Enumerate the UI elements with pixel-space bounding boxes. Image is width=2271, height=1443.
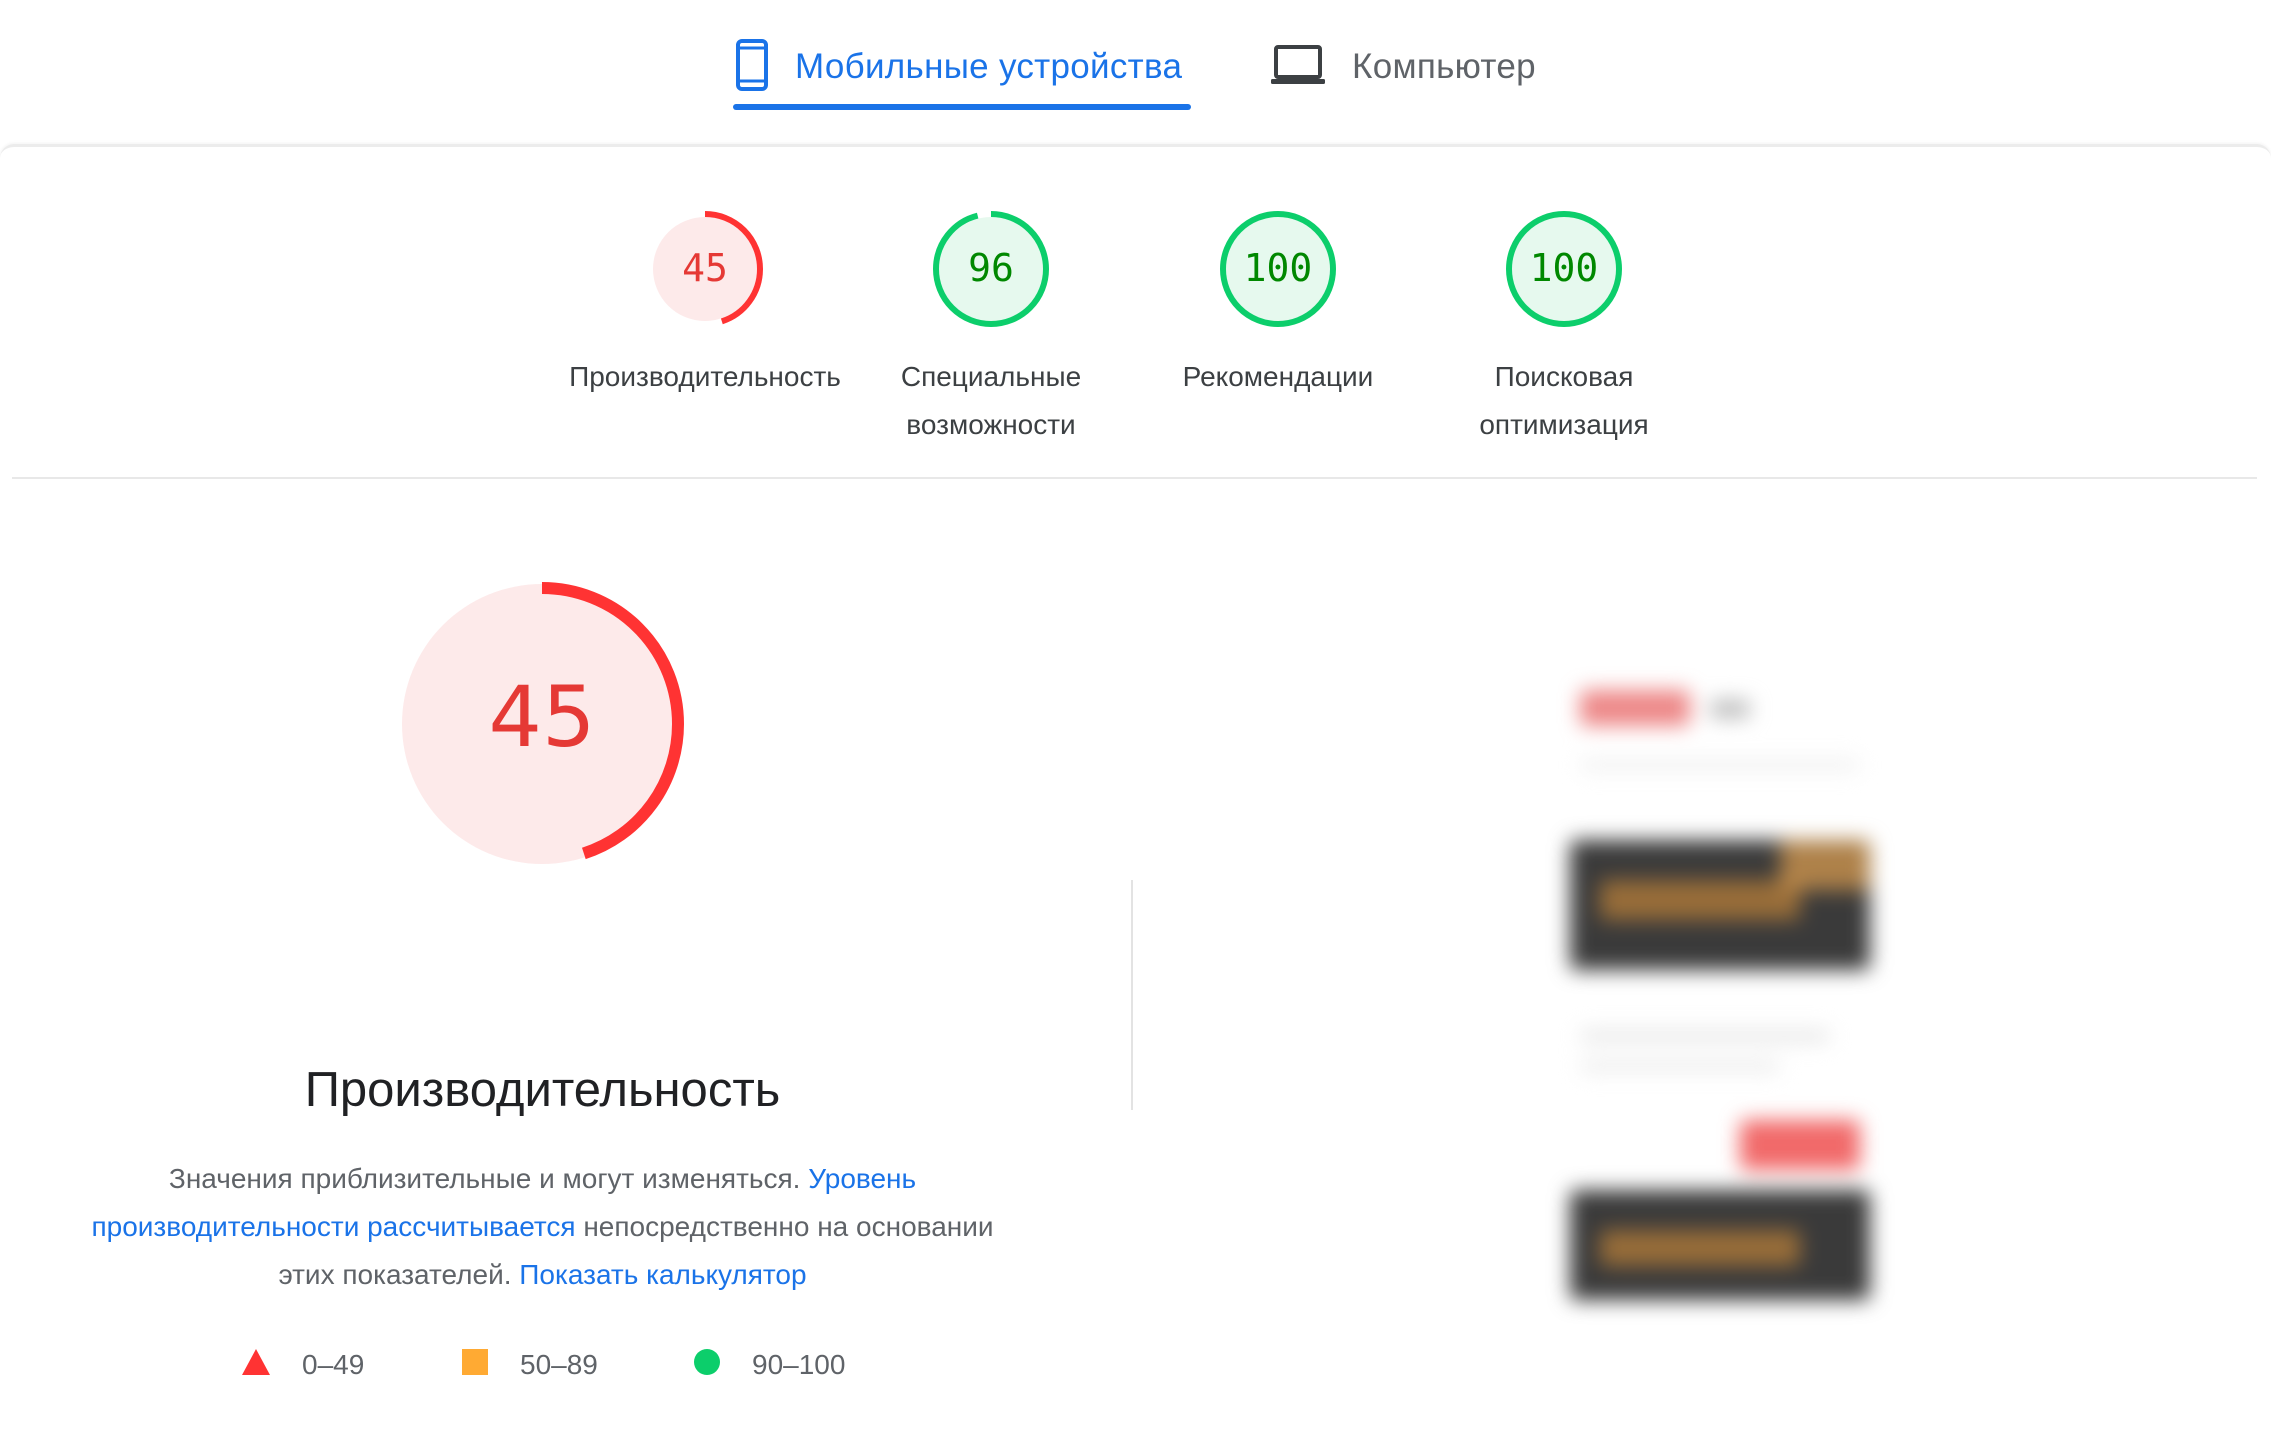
section-divider bbox=[12, 477, 2257, 479]
gauge-best-practices-value: 100 bbox=[1244, 246, 1313, 290]
gauge-accessibility-ring: 96 bbox=[933, 211, 1049, 327]
gauge-best-practices-ring: 100 bbox=[1220, 211, 1336, 327]
legend-average: 50–89 bbox=[460, 1340, 598, 1390]
legend-fail-range: 0–49 bbox=[302, 1349, 365, 1380]
legend-fail: 0–49 bbox=[240, 1340, 364, 1390]
legend-average-range: 50–89 bbox=[520, 1349, 598, 1380]
gauge-best-practices-label: Рекомендации bbox=[1182, 361, 1374, 392]
gauge-seo-ring: 100 bbox=[1506, 211, 1622, 327]
performance-title: Производительность bbox=[304, 1063, 781, 1117]
tab-mobile-label: Мобильные устройства bbox=[795, 47, 1183, 86]
legend-pass-range: 90–100 bbox=[752, 1349, 846, 1380]
performance-description: Значения приблизительные и могут изменят… bbox=[60, 1155, 1025, 1299]
gauge-seo-value: 100 bbox=[1530, 246, 1599, 290]
performance-score: 45 bbox=[489, 668, 596, 766]
performance-gauge-large: 45 bbox=[392, 574, 692, 879]
square-icon bbox=[460, 1347, 490, 1384]
device-tabs: Мобильные устройства Компьютер bbox=[0, 0, 2271, 145]
laptop-icon bbox=[1270, 44, 1326, 91]
gauge-performance-label: Производительность bbox=[569, 361, 841, 392]
score-legend: 0–49 50–89 90–100 bbox=[240, 1340, 960, 1390]
tab-desktop[interactable]: Компьютер bbox=[1270, 22, 1550, 112]
gauge-seo[interactable]: 100 Поисковая оптимизация bbox=[1419, 207, 1709, 449]
legend-pass: 90–100 bbox=[692, 1340, 845, 1390]
gauge-performance-value: 45 bbox=[682, 246, 728, 290]
gauge-seo-label: Поисковая оптимизация bbox=[1479, 361, 1649, 440]
score-summary: 45 Производительность 96 Специальные воз… bbox=[0, 147, 2271, 477]
circle-icon bbox=[692, 1347, 722, 1384]
page-screenshot-thumbnail bbox=[1540, 650, 1920, 1330]
vertical-separator bbox=[1131, 880, 1133, 1110]
tab-desktop-label: Компьютер bbox=[1352, 47, 1536, 86]
active-tab-indicator bbox=[733, 104, 1191, 110]
triangle-icon bbox=[240, 1347, 272, 1384]
desc-text-1: Значения приблизительные и могут изменят… bbox=[168, 1163, 809, 1194]
smartphone-icon bbox=[735, 38, 769, 96]
gauge-best-practices[interactable]: 100 Рекомендации bbox=[1133, 207, 1423, 401]
show-calculator-link[interactable]: Показать калькулятор bbox=[519, 1259, 806, 1290]
gauge-accessibility[interactable]: 96 Специальные возможности bbox=[846, 207, 1136, 449]
gauge-accessibility-value: 96 bbox=[968, 246, 1014, 290]
tab-mobile[interactable]: Мобильные устройства bbox=[735, 22, 1192, 112]
gauge-accessibility-label: Специальные возможности bbox=[900, 361, 1082, 440]
gauge-performance[interactable]: 45 Производительность bbox=[560, 207, 850, 401]
gauge-performance-ring: 45 bbox=[647, 211, 763, 327]
